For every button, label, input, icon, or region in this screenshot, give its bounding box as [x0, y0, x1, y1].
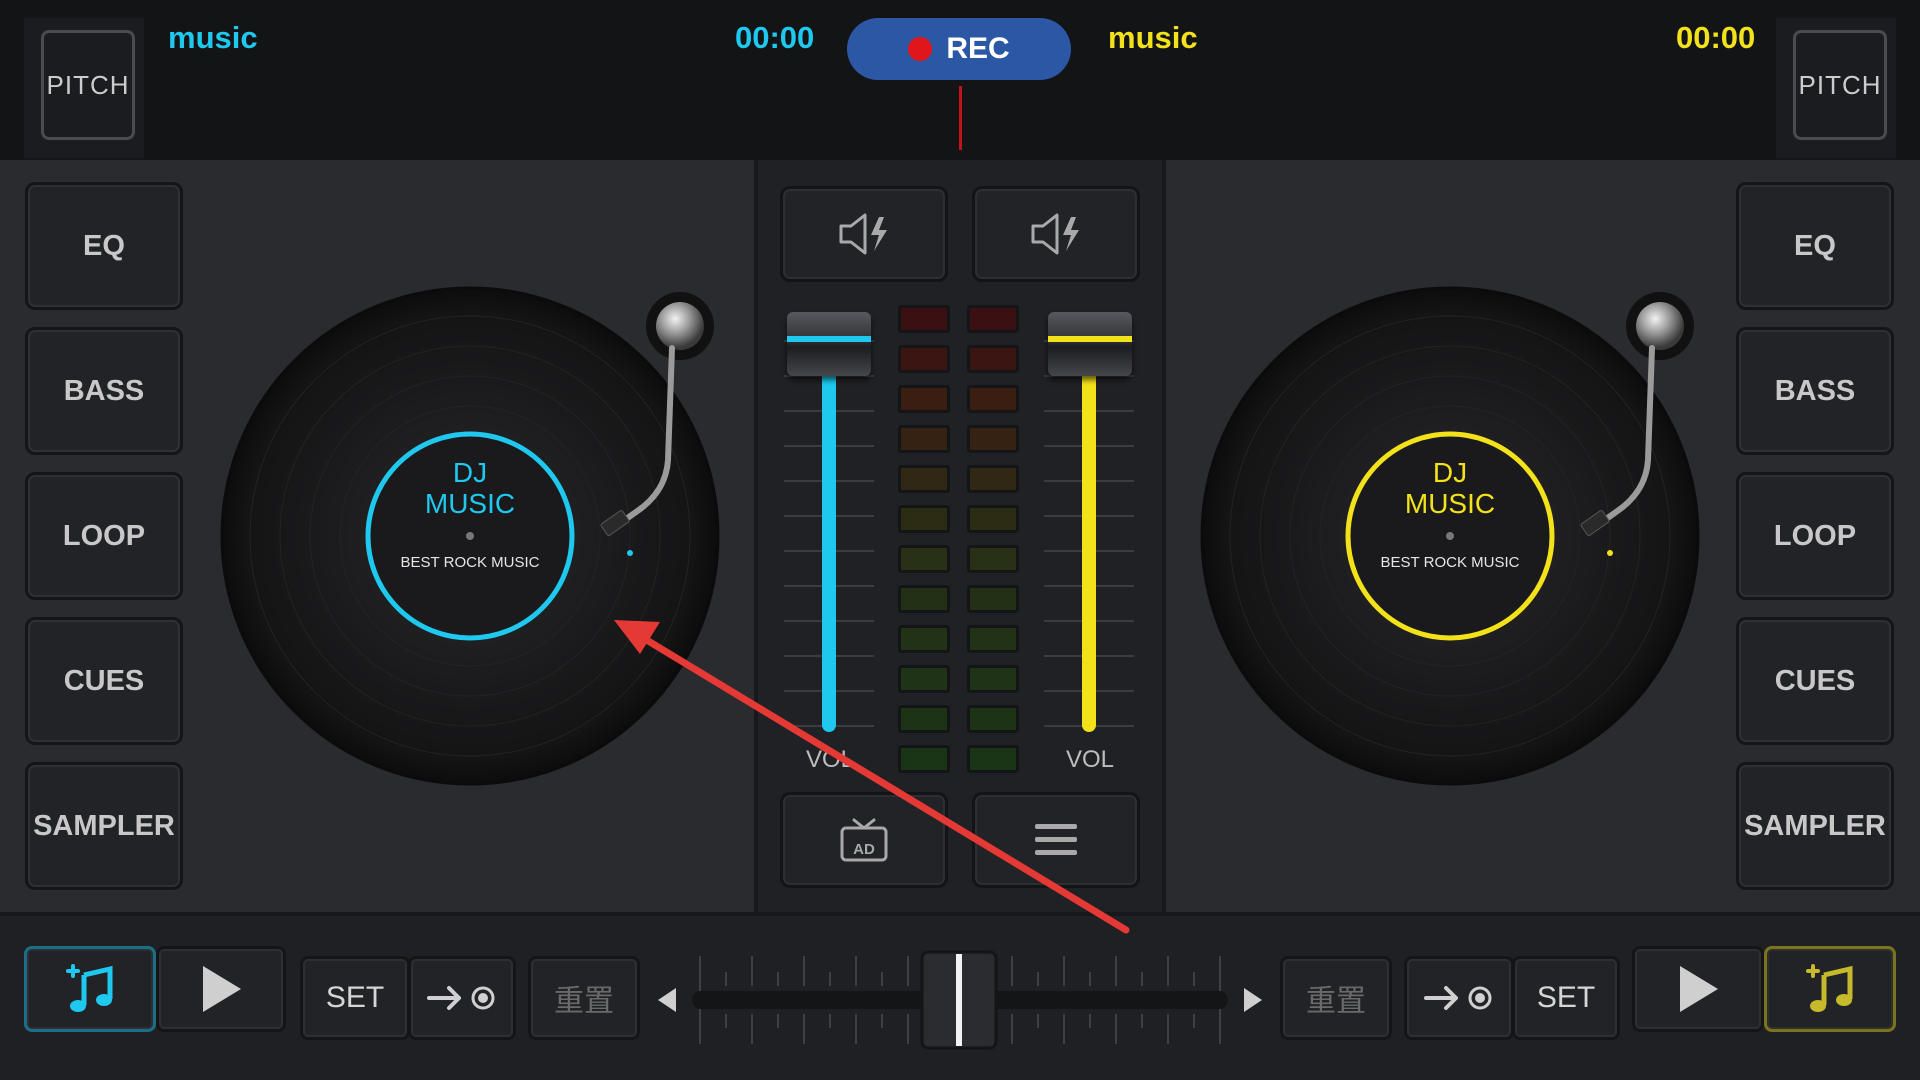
left-cues-button[interactable]: CUES — [25, 617, 183, 745]
right-volume-label: VOL — [1066, 746, 1115, 773]
left-reset-button[interactable]: 重置 — [528, 956, 640, 1040]
left-pitch-button[interactable]: PITCH — [41, 30, 135, 140]
right-add-music-button[interactable] — [1764, 946, 1896, 1032]
right-cues-button[interactable]: CUES — [1736, 617, 1894, 745]
right-volume-knob[interactable] — [1048, 312, 1132, 376]
right-track-title: music — [1108, 20, 1198, 55]
left-volume-knob[interactable] — [787, 312, 871, 376]
right-loop-button[interactable]: LOOP — [1736, 472, 1894, 600]
right-track-time: 00:00 — [1676, 20, 1756, 55]
left-tonearm-pivot — [656, 302, 704, 350]
right-pitch-button[interactable]: PITCH — [1793, 30, 1887, 140]
record-dot-icon — [908, 37, 933, 61]
left-disc-title-1: DJ — [453, 457, 487, 488]
right-set-cue-button[interactable]: SET — [1512, 956, 1620, 1040]
right-reset-button[interactable]: 重置 — [1280, 956, 1392, 1040]
arrow-to-cue-icon — [427, 986, 495, 1010]
right-turntable[interactable]: DJ MUSIC BEST ROCK MUSIC — [1170, 260, 1730, 820]
speaker-bolt-icon — [839, 213, 887, 255]
record-indicator-line — [959, 86, 962, 150]
left-disc-title-2: MUSIC — [425, 488, 515, 519]
left-volume-track[interactable] — [822, 340, 836, 732]
left-go-cue-button[interactable] — [408, 956, 516, 1040]
right-play-button[interactable] — [1632, 946, 1764, 1032]
ad-tv-icon: AD — [840, 818, 888, 862]
right-speaker-boost-button[interactable] — [972, 186, 1140, 282]
add-music-icon — [66, 964, 113, 1012]
crossfader[interactable] — [650, 940, 1270, 1060]
play-icon — [1680, 966, 1718, 1012]
play-icon — [203, 966, 241, 1012]
right-eq-button[interactable]: EQ — [1736, 182, 1894, 310]
record-button[interactable]: REC — [847, 18, 1071, 80]
left-speaker-boost-button[interactable] — [780, 186, 948, 282]
right-pitch-panel: PITCH — [1776, 18, 1896, 158]
menu-button[interactable] — [972, 792, 1140, 888]
left-play-button[interactable] — [156, 946, 286, 1032]
left-disc-subtitle: BEST ROCK MUSIC — [401, 554, 540, 571]
left-bass-button[interactable]: BASS — [25, 327, 183, 455]
left-track-title: music — [168, 20, 258, 55]
right-go-cue-button[interactable] — [1404, 956, 1514, 1040]
left-track-time: 00:00 — [735, 20, 815, 55]
arrow-to-cue-icon — [1424, 986, 1492, 1010]
crossfader-left-arrow-icon — [658, 988, 676, 1012]
vu-meters — [898, 305, 1058, 775]
left-turntable[interactable]: DJ MUSIC BEST ROCK MUSIC — [190, 260, 750, 820]
ad-button[interactable]: AD — [780, 792, 948, 888]
right-disc-title-2: MUSIC — [1405, 488, 1495, 519]
add-music-icon — [1806, 964, 1853, 1012]
crossfader-right-arrow-icon — [1244, 988, 1262, 1012]
record-label: REC — [946, 32, 1010, 65]
left-volume-label: VOL — [806, 746, 855, 773]
right-disc-title-1: DJ — [1433, 457, 1467, 488]
right-bass-button[interactable]: BASS — [1736, 327, 1894, 455]
left-pitch-panel: PITCH — [24, 18, 144, 158]
left-loop-button[interactable]: LOOP — [25, 472, 183, 600]
speaker-bolt-icon — [1031, 213, 1079, 255]
right-disc-subtitle: BEST ROCK MUSIC — [1381, 554, 1520, 571]
left-eq-button[interactable]: EQ — [25, 182, 183, 310]
ad-label: AD — [853, 841, 875, 858]
right-volume-track[interactable] — [1082, 340, 1096, 732]
left-sampler-button[interactable]: SAMPLER — [25, 762, 183, 890]
right-sampler-button[interactable]: SAMPLER — [1736, 762, 1894, 890]
left-add-music-button[interactable] — [24, 946, 156, 1032]
right-tonearm-pivot — [1636, 302, 1684, 350]
menu-icon — [1035, 824, 1077, 855]
left-set-cue-button[interactable]: SET — [300, 956, 410, 1040]
